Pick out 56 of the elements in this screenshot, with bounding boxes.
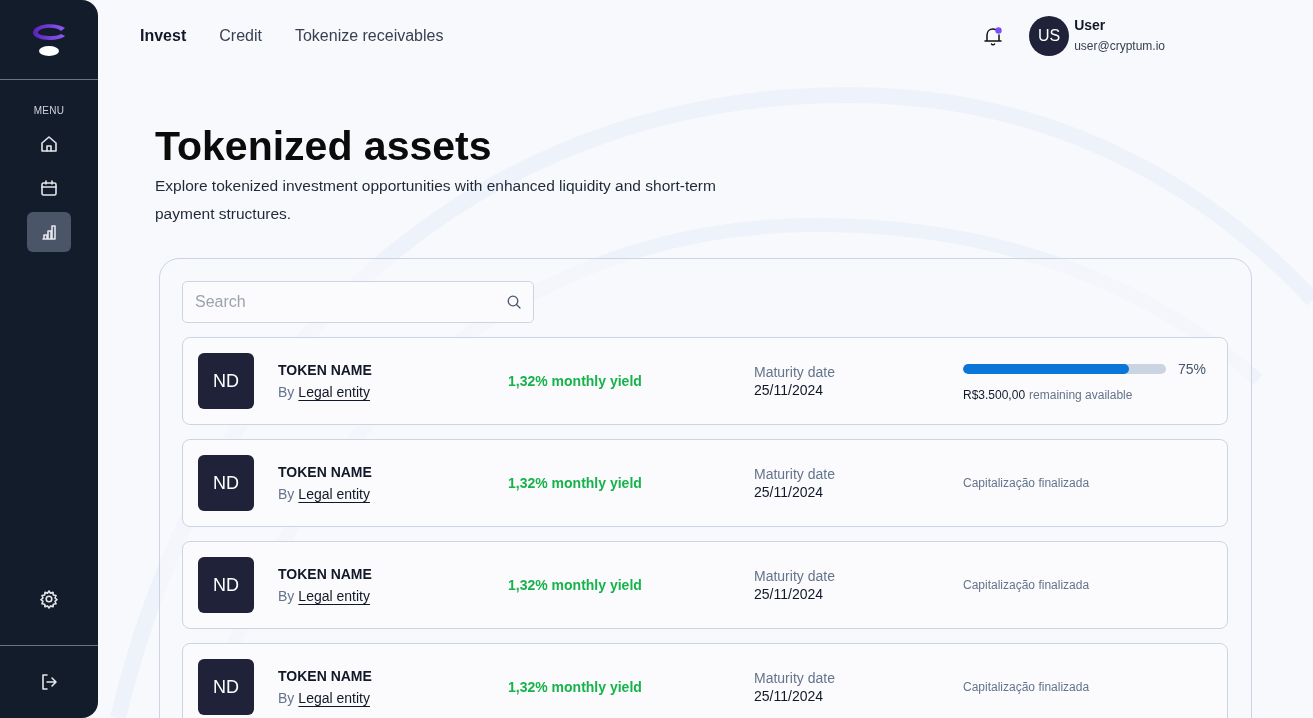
issuer-link[interactable]: Legal entity — [298, 588, 370, 604]
user-email: user@cryptum.io — [1074, 39, 1165, 53]
remaining-text: remaining available — [1029, 387, 1133, 402]
token-name: TOKEN NAME — [278, 464, 373, 480]
token-avatar: ND — [198, 353, 254, 409]
nav-tab[interactable]: Tokenize receivables — [294, 27, 444, 45]
token-avatar: ND — [198, 455, 254, 511]
status-text: Capitalização finalizada — [963, 578, 1091, 592]
calendar-icon — [39, 178, 59, 198]
maturity-label: Maturity date — [754, 466, 836, 482]
token-name: TOKEN NAME — [278, 362, 373, 378]
by-label: By — [278, 588, 295, 604]
issuer-link[interactable]: Legal entity — [298, 690, 370, 706]
issuer-link[interactable]: Legal entity — [298, 384, 370, 400]
page-title: Tokenized assets — [155, 122, 493, 171]
percent-text: 75% — [1178, 360, 1207, 377]
yield-text: 1,32% monthly yield — [508, 475, 643, 491]
home-icon — [39, 134, 59, 154]
sidebar-item[interactable] — [27, 212, 71, 252]
settings-icon — [39, 589, 59, 609]
token-avatar: ND — [198, 557, 254, 613]
issuer-link[interactable]: Legal entity — [298, 486, 370, 502]
by-label: By — [278, 384, 295, 400]
asset-card[interactable]: ND TOKEN NAME By Legal entity 1,32% monthly yield Maturity date 25/11/2024 Capitalização finalizada — [182, 439, 1228, 527]
yield-text: 1,32% monthly yield — [508, 577, 643, 593]
maturity-date: 25/11/2024 — [754, 586, 825, 602]
token-avatar: ND — [198, 659, 254, 715]
bar-chart-icon — [39, 222, 59, 242]
user-avatar[interactable]: US — [1029, 16, 1070, 56]
logo-icon — [31, 22, 67, 57]
page-description: Explore tokenized investment opportunities with enhanced liquidity and short-term payment structures. — [155, 176, 717, 224]
amount-text: R$3.500,00 — [963, 387, 1026, 402]
search-field[interactable]: Search — [182, 281, 534, 323]
nav-tab[interactable]: Invest — [140, 27, 187, 45]
maturity-label: Maturity date — [754, 364, 836, 380]
search-icon — [507, 295, 521, 309]
token-name: TOKEN NAME — [278, 668, 373, 684]
status-text: Capitalização finalizada — [963, 680, 1091, 694]
nav-tab[interactable]: Credit — [219, 27, 262, 45]
by-label: By — [278, 690, 295, 706]
maturity-label: Maturity date — [754, 670, 836, 686]
maturity-label: Maturity date — [754, 568, 836, 584]
user-name: User — [1074, 17, 1107, 33]
logout-icon — [39, 672, 59, 692]
asset-card[interactable]: ND TOKEN NAME By Legal entity 1,32% monthly yield Maturity date 25/11/2024 Capitalização finalizada — [182, 541, 1228, 629]
maturity-date: 25/11/2024 — [754, 382, 825, 398]
yield-text: 1,32% monthly yield — [508, 373, 643, 389]
asset-card[interactable]: ND TOKEN NAME By Legal entity 1,32% monthly yield Maturity date 25/11/2024 75% R$3.500,00 remaining available — [182, 337, 1228, 425]
status-text: Capitalização finalizada — [963, 476, 1091, 490]
token-name: TOKEN NAME — [278, 566, 373, 582]
maturity-date: 25/11/2024 — [754, 484, 825, 500]
asset-card[interactable]: ND TOKEN NAME By Legal entity 1,32% monthly yield Maturity date 25/11/2024 Capitalização finalizada — [182, 643, 1228, 718]
yield-text: 1,32% monthly yield — [508, 679, 643, 695]
by-label: By — [278, 486, 295, 502]
menu-label: MENU — [33, 105, 65, 116]
maturity-date: 25/11/2024 — [754, 688, 825, 704]
